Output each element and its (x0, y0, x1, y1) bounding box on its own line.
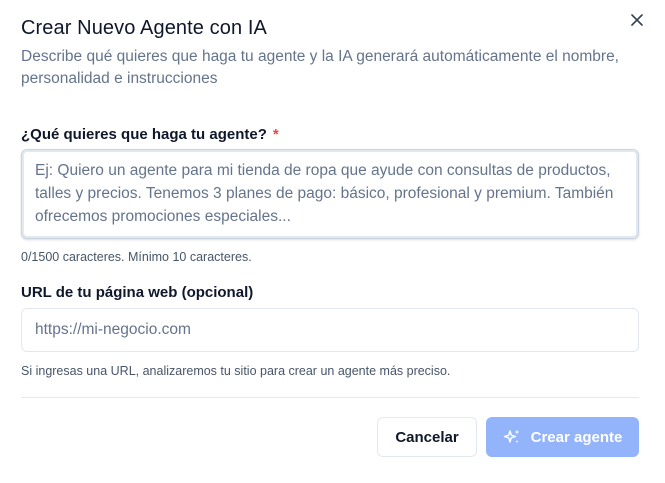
url-helper: Si ingresas una URL, analizaremos tu sit… (21, 364, 451, 378)
url-label: URL de tu página web (opcional) (21, 284, 254, 301)
sparkles-icon (503, 428, 521, 446)
close-button[interactable] (627, 10, 647, 30)
dialog-title: Crear Nuevo Agente con IA (21, 17, 267, 39)
cancel-button[interactable]: Cancelar (377, 417, 477, 457)
description-label: ¿Qué quieres que haga tu agente? * (21, 126, 279, 143)
description-label-text: ¿Qué quieres que haga tu agente? (21, 126, 267, 143)
description-helper: 0/1500 caracteres. Mínimo 10 caracteres. (21, 250, 252, 264)
description-textarea[interactable] (21, 149, 639, 239)
close-icon (631, 14, 643, 26)
required-mark: * (272, 126, 279, 143)
create-agent-label: Crear agente (530, 428, 623, 446)
dialog-subtitle: Describe qué quieres que haga tu agente … (21, 48, 619, 87)
create-agent-button[interactable]: Crear agente (486, 417, 639, 457)
footer-divider (21, 397, 639, 398)
url-input[interactable] (21, 308, 639, 352)
create-agent-dialog: Crear Nuevo Agente con IA Describe qué q… (0, 0, 665, 483)
